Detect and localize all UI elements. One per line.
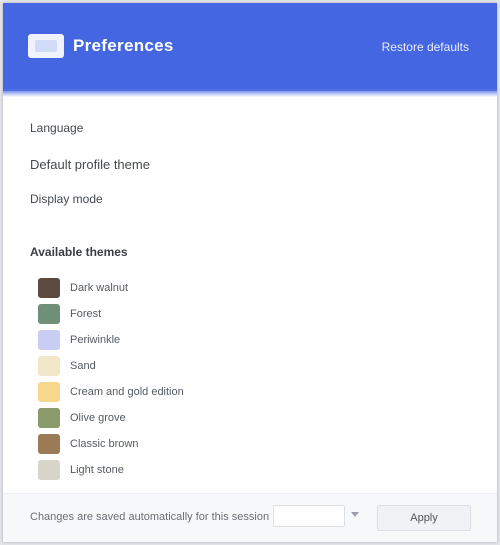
theme-list: Dark walnut Forest Periwinkle Sand Cream… — [38, 275, 458, 483]
list-item-label: Classic brown — [70, 438, 139, 450]
color-swatch — [38, 278, 60, 298]
color-swatch — [38, 434, 60, 454]
color-swatch — [38, 408, 60, 428]
list-item-label: Light stone — [70, 464, 124, 476]
list-item[interactable]: Sand — [38, 353, 458, 379]
header-bar: Preferences Restore defaults — [3, 3, 497, 97]
list-item-label: Olive grove — [70, 412, 126, 424]
default-theme-field[interactable]: Default profile theme — [30, 157, 150, 172]
apply-button[interactable]: Apply — [377, 505, 471, 531]
color-swatch — [38, 304, 60, 324]
preferences-window: Preferences Restore defaults Language De… — [3, 3, 497, 542]
app-logo-icon — [28, 34, 64, 58]
list-item[interactable]: Olive grove — [38, 405, 458, 431]
list-item-label: Sand — [70, 360, 96, 372]
list-item[interactable]: Cream and gold edition — [38, 379, 458, 405]
footer-input[interactable] — [273, 505, 345, 527]
section-title: Available themes — [30, 245, 128, 259]
display-mode-field[interactable]: Display mode — [30, 192, 103, 206]
footer-note: Changes are saved automatically for this… — [30, 511, 270, 523]
list-item[interactable]: Periwinkle — [38, 327, 458, 353]
chevron-down-icon[interactable] — [351, 512, 359, 517]
list-item[interactable]: Classic brown — [38, 431, 458, 457]
list-item-label: Cream and gold edition — [70, 386, 184, 398]
content-area: Language Default profile theme Display m… — [3, 91, 497, 494]
list-item[interactable]: Dark walnut — [38, 275, 458, 301]
restore-defaults-link[interactable]: Restore defaults — [382, 40, 469, 54]
color-swatch — [38, 382, 60, 402]
list-item[interactable]: Light stone — [38, 457, 458, 483]
list-item[interactable]: Forest — [38, 301, 458, 327]
list-item-label: Periwinkle — [70, 334, 121, 346]
list-item-label: Dark walnut — [70, 282, 129, 294]
language-field[interactable]: Language — [30, 121, 83, 135]
color-swatch — [38, 356, 60, 376]
color-swatch — [38, 330, 60, 350]
list-item-label: Forest — [70, 308, 102, 320]
footer-bar: Changes are saved automatically for this… — [3, 493, 497, 542]
color-swatch — [38, 460, 60, 480]
app-title: Preferences — [73, 36, 174, 55]
